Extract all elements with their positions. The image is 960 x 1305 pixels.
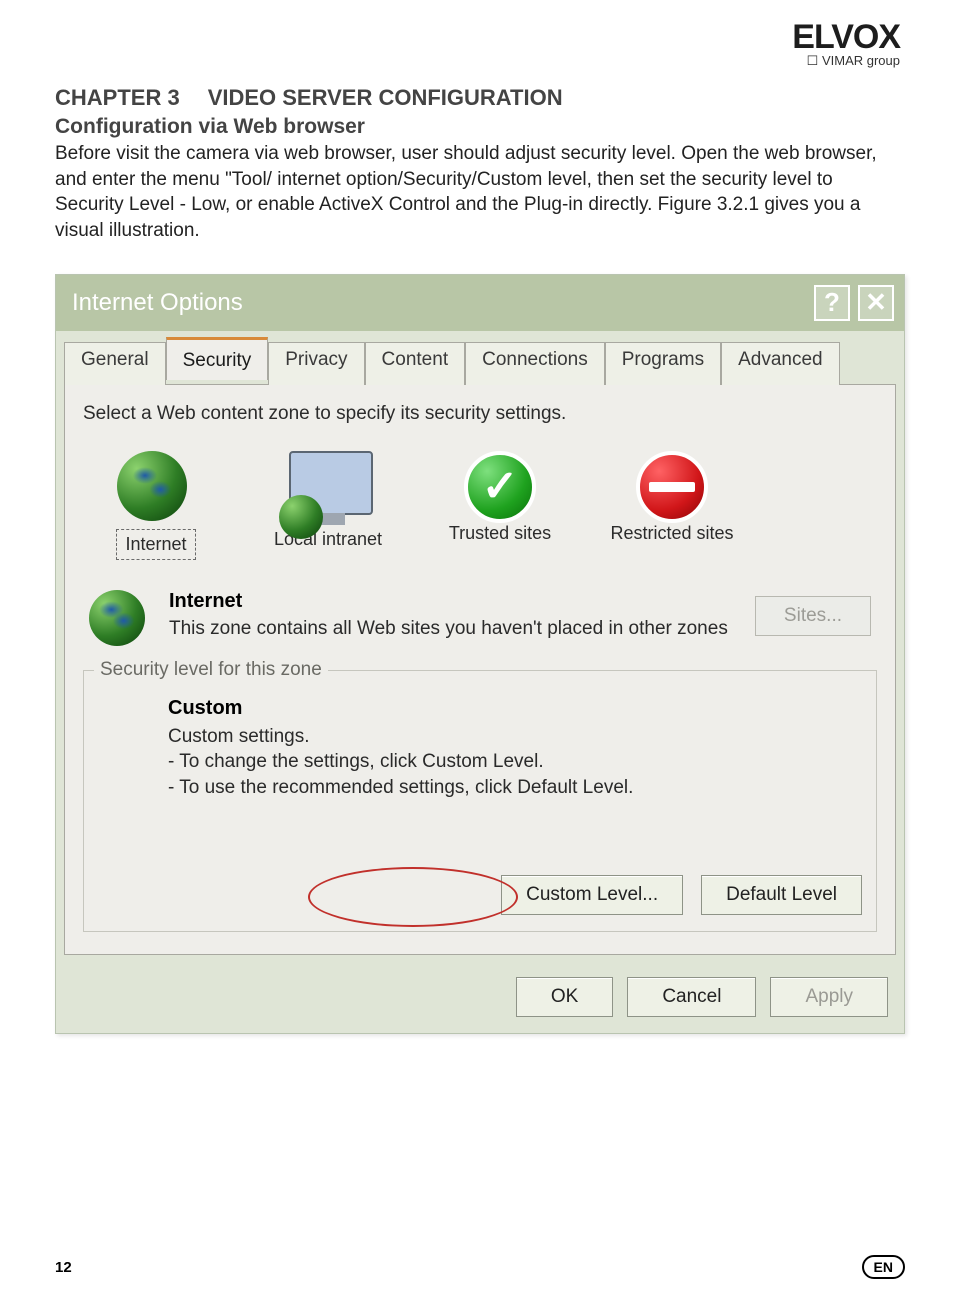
dialog-titlebar: Internet Options ? ✕	[56, 275, 904, 331]
globe-icon	[89, 590, 153, 646]
sites-button[interactable]: Sites...	[755, 596, 871, 636]
zone-internet[interactable]: Internet	[91, 451, 221, 560]
page-footer: 12 EN	[55, 1255, 905, 1279]
language-badge: EN	[862, 1255, 905, 1279]
security-level-frame: Security level for this zone Custom Cust…	[83, 670, 877, 932]
monitor-globe-icon	[289, 451, 367, 529]
zone-detail-desc: This zone contains all Web sites you hav…	[169, 617, 739, 642]
close-button[interactable]: ✕	[858, 285, 894, 321]
zone-prompt: Select a Web content zone to specify its…	[83, 403, 877, 425]
zone-detail-heading: Internet	[169, 590, 739, 613]
brand-block: ELVOX ☐ VIMAR group	[792, 18, 900, 69]
brand-name: ELVOX	[792, 18, 900, 57]
ok-button[interactable]: OK	[516, 977, 613, 1017]
help-button[interactable]: ?	[814, 285, 850, 321]
default-level-button[interactable]: Default Level	[701, 875, 862, 915]
zone-local-intranet[interactable]: Local intranet	[263, 451, 393, 560]
security-tab-body: Select a Web content zone to specify its…	[64, 384, 896, 955]
frame-legend: Security level for this zone	[94, 659, 328, 681]
zone-description: Internet This zone contains all Web site…	[83, 574, 877, 656]
tab-advanced[interactable]: Advanced	[721, 342, 840, 385]
tab-connections[interactable]: Connections	[465, 342, 605, 385]
tab-privacy[interactable]: Privacy	[268, 342, 364, 385]
tab-security[interactable]: Security	[166, 337, 269, 380]
custom-line: - To change the settings, click Custom L…	[168, 749, 862, 775]
cancel-button[interactable]: Cancel	[627, 977, 756, 1017]
zone-label: Trusted sites	[449, 523, 551, 544]
tab-programs[interactable]: Programs	[605, 342, 721, 385]
highlight-ellipse	[308, 867, 518, 927]
intro-paragraph: Before visit the camera via web browser,…	[55, 141, 905, 244]
chapter-heading: CHAPTER 3VIDEO SERVER CONFIGURATION	[55, 85, 905, 111]
zone-icons: Internet Local intranet ✓ Trusted sites …	[83, 443, 877, 574]
custom-level-button[interactable]: Custom Level...	[501, 875, 683, 915]
tab-content[interactable]: Content	[365, 342, 466, 385]
globe-icon	[117, 451, 195, 529]
stop-icon	[636, 451, 708, 523]
sub-heading: Configuration via Web browser	[55, 115, 905, 139]
dialog-footer-buttons: OK Cancel Apply	[56, 963, 904, 1033]
zone-label: Restricted sites	[610, 523, 733, 544]
tab-general[interactable]: General	[64, 342, 166, 385]
apply-button[interactable]: Apply	[770, 977, 888, 1017]
tab-strip: General Security Privacy Content Connect…	[56, 331, 904, 384]
zone-label: Internet	[116, 529, 195, 560]
zone-trusted-sites[interactable]: ✓ Trusted sites	[435, 451, 565, 560]
check-icon: ✓	[464, 451, 536, 523]
brand-group: ☐ VIMAR group	[792, 53, 900, 69]
dialog-title: Internet Options	[72, 289, 243, 317]
page-number: 12	[55, 1259, 72, 1276]
custom-line: Custom settings.	[168, 724, 862, 750]
custom-line: - To use the recommended settings, click…	[168, 775, 862, 801]
custom-heading: Custom	[168, 697, 862, 720]
zone-restricted-sites[interactable]: Restricted sites	[607, 451, 737, 560]
internet-options-dialog: Internet Options ? ✕ General Security Pr…	[55, 274, 905, 1034]
